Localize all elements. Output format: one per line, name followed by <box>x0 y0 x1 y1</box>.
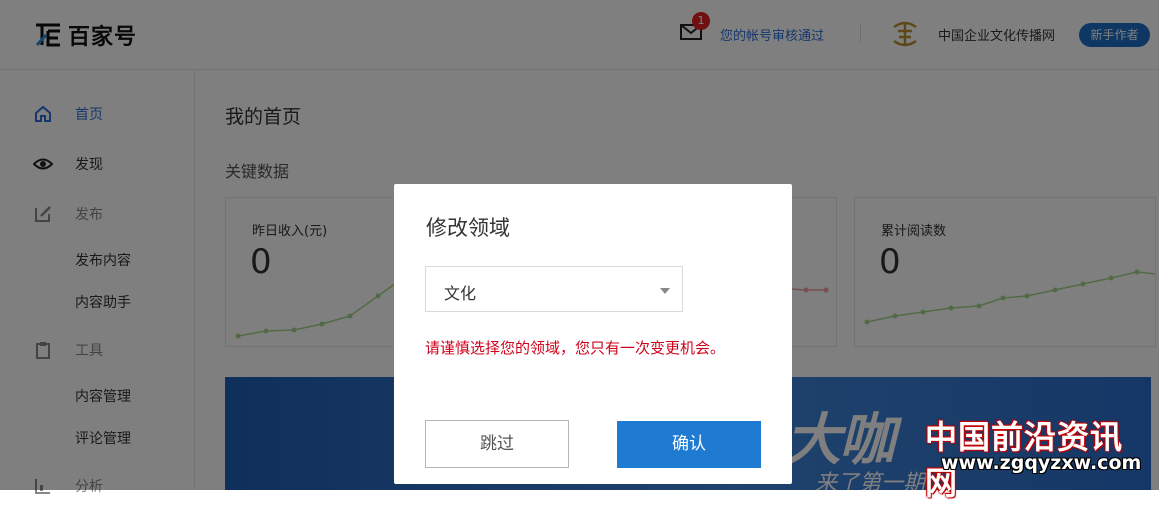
caret-down-icon <box>660 288 670 294</box>
warning-text: 请谨慎选择您的领域，您只有一次变更机会。 <box>425 339 726 357</box>
domain-select[interactable]: 文化 <box>425 266 683 312</box>
change-domain-dialog: 修改领域 文化 请谨慎选择您的领域，您只有一次变更机会。 跳过 确认 <box>394 184 792 484</box>
confirm-button[interactable]: 确认 <box>617 421 761 468</box>
domain-select-value: 文化 <box>444 284 477 303</box>
dialog-title: 修改领域 <box>426 216 510 240</box>
watermark-url: www.zgqyzxw.com <box>941 452 1142 474</box>
skip-button[interactable]: 跳过 <box>425 420 569 468</box>
site-watermark: 中国前沿资讯网 www.zgqyzxw.com <box>925 412 1155 502</box>
